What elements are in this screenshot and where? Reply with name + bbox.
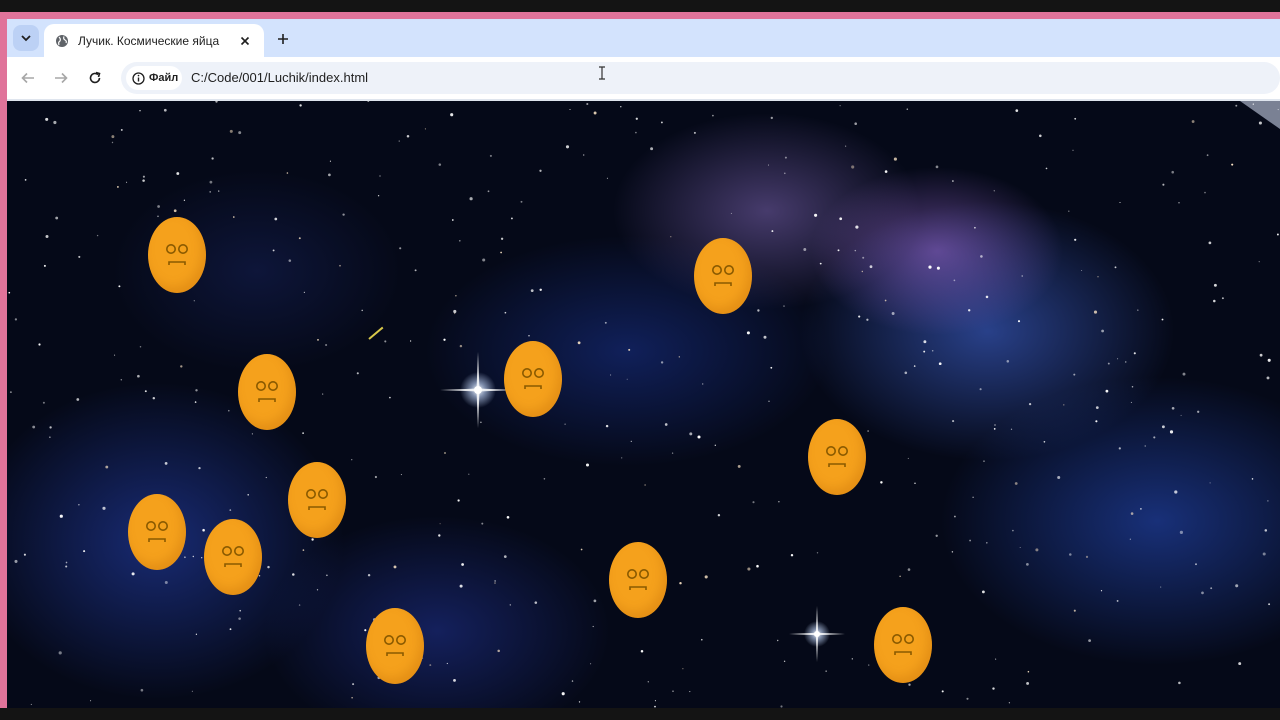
space-egg[interactable] <box>288 462 346 538</box>
window-accent-left <box>0 19 7 708</box>
tab-strip: Лучик. Космические яйца <box>7 19 1280 57</box>
bright-star <box>789 606 845 662</box>
sad-face-icon <box>383 634 406 656</box>
space-egg[interactable] <box>128 494 186 570</box>
sad-face-icon <box>145 520 168 542</box>
sad-face-icon <box>711 264 734 286</box>
text-cursor-icon <box>599 66 605 80</box>
window-accent-top <box>0 12 1280 19</box>
site-chip-label: Файл <box>149 72 179 84</box>
new-tab-button[interactable] <box>271 27 295 51</box>
sad-face-icon <box>626 568 649 590</box>
space-egg[interactable] <box>874 607 932 683</box>
back-button[interactable] <box>16 66 40 90</box>
plus-icon <box>278 34 288 44</box>
game-canvas[interactable] <box>7 101 1280 708</box>
space-egg[interactable] <box>609 542 667 618</box>
chevron-down-icon <box>21 35 31 42</box>
close-tab-button[interactable] <box>236 32 254 50</box>
sad-face-icon <box>255 380 278 402</box>
space-egg[interactable] <box>148 217 206 293</box>
tab-title: Лучик. Космические яйца <box>78 33 220 48</box>
url-text[interactable]: C:/Code/001/Luchik/index.html <box>191 70 368 85</box>
sad-face-icon <box>305 488 328 510</box>
close-icon <box>240 36 250 45</box>
space-egg[interactable] <box>238 354 296 430</box>
globe-icon <box>54 33 70 49</box>
info-icon <box>132 71 145 85</box>
arrow-left-icon <box>21 72 34 84</box>
site-info-chip[interactable]: Файл <box>126 66 182 90</box>
space-egg[interactable] <box>366 608 424 684</box>
window-frame-bottom <box>0 708 1280 720</box>
address-bar[interactable]: Файл C:/Code/001/Luchik/index.html <box>121 62 1280 94</box>
forward-button[interactable] <box>49 66 73 90</box>
sad-face-icon <box>891 633 914 655</box>
tab-search-button[interactable] <box>13 25 39 51</box>
space-egg[interactable] <box>504 341 562 417</box>
space-egg[interactable] <box>694 238 752 314</box>
tab-active[interactable]: Лучик. Космические яйца <box>44 24 264 57</box>
space-egg[interactable] <box>204 519 262 595</box>
sad-face-icon <box>221 545 244 567</box>
browser-toolbar: Файл C:/Code/001/Luchik/index.html <box>7 57 1280 99</box>
sad-face-icon <box>825 445 848 467</box>
reload-button[interactable] <box>83 66 107 90</box>
window-frame-top <box>0 0 1280 12</box>
reload-icon <box>89 71 101 84</box>
sad-face-icon <box>521 367 544 389</box>
space-egg[interactable] <box>808 419 866 495</box>
arrow-right-icon <box>55 72 68 84</box>
sad-face-icon <box>165 243 188 265</box>
